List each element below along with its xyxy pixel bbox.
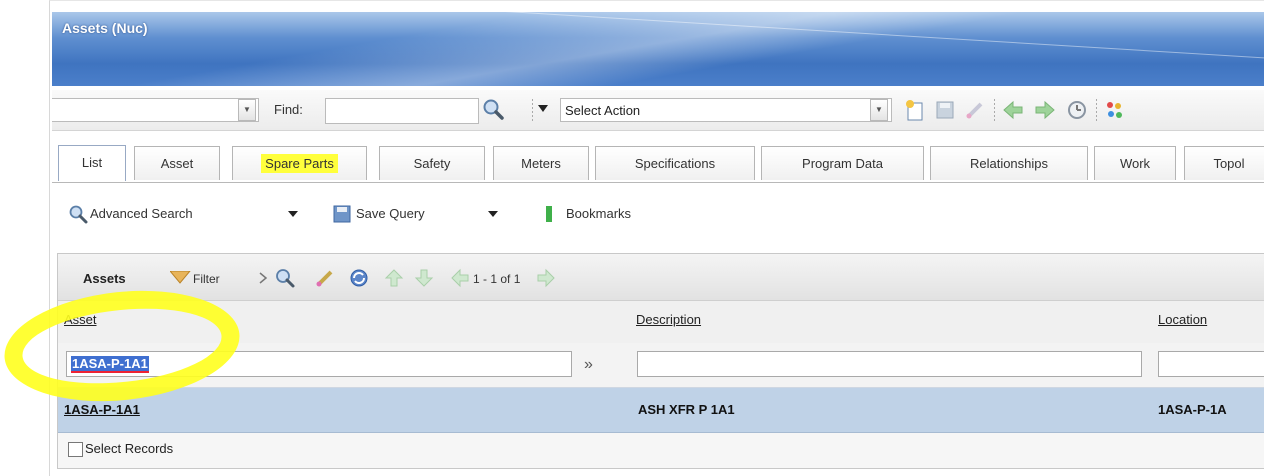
tab-specifications[interactable]: Specifications — [595, 146, 755, 180]
cell-location: 1ASA-P-1A — [1158, 402, 1227, 417]
filter-icon[interactable] — [170, 271, 192, 285]
cell-asset[interactable]: 1ASA-P-1A1 — [64, 402, 140, 417]
tab-meters[interactable]: Meters — [493, 146, 589, 180]
select-records-checkbox[interactable] — [68, 442, 83, 457]
cell-description: ASH XFR P 1A1 — [638, 402, 735, 417]
filter-link[interactable]: Filter — [193, 272, 220, 286]
app-header-banner: Assets (Nuc) — [52, 12, 1264, 86]
new-record-icon[interactable] — [904, 99, 926, 121]
next-record-icon[interactable] — [1034, 99, 1056, 121]
toolbar-separator — [532, 99, 533, 121]
assets-table: Assets Filter 1 - 1 of 1 Asset Descripti… — [57, 253, 1264, 469]
table-row[interactable]: 1ASA-P-1A1 ASH XFR P 1A1 1ASA-P-1A — [58, 388, 1264, 433]
tab-asset[interactable]: Asset — [134, 146, 220, 180]
next-page-icon[interactable] — [536, 268, 556, 288]
save-icon[interactable] — [934, 99, 956, 121]
select-records-label[interactable]: Select Records — [85, 441, 173, 456]
refresh-icon[interactable] — [348, 267, 370, 289]
table-toolbar: Assets Filter 1 - 1 of 1 — [58, 254, 1264, 301]
clear-changes-icon[interactable] — [964, 99, 986, 121]
filter-row: 1ASA-P-1A1 » — [58, 343, 1264, 388]
tab-safety[interactable]: Safety — [379, 146, 485, 180]
previous-page-icon[interactable] — [450, 268, 470, 288]
list-actions-row: Advanced Search Save Query Bookmarks — [52, 196, 1264, 234]
chevron-right-icon[interactable] — [258, 272, 268, 284]
previous-record-icon[interactable] — [1002, 99, 1024, 121]
tab-spare-parts[interactable]: Spare Parts — [232, 146, 367, 180]
action-menu-arrow-icon[interactable] — [538, 105, 548, 113]
find-label: Find: — [274, 102, 303, 117]
description-filter-input[interactable] — [637, 351, 1142, 377]
bookmarks-link[interactable]: Bookmarks — [566, 206, 631, 221]
app-title: Assets (Nuc) — [62, 20, 148, 36]
select-action-label: Select Action — [565, 103, 641, 118]
tab-program-data[interactable]: Program Data — [761, 146, 924, 180]
save-query-dropdown-icon[interactable] — [488, 211, 498, 217]
save-query-icon[interactable] — [332, 204, 352, 224]
workflow-icon[interactable] — [1104, 99, 1126, 121]
column-header-description[interactable]: Description — [636, 312, 701, 327]
tab-bar: List Asset Spare Parts Safety Meters Spe… — [52, 134, 1264, 183]
table-title: Assets — [83, 271, 126, 286]
location-filter-input[interactable] — [1158, 351, 1264, 377]
query-select[interactable] — [52, 98, 259, 122]
advanced-search-icon[interactable] — [68, 204, 88, 224]
double-chevron-right-icon[interactable]: » — [584, 356, 593, 374]
find-input[interactable] — [325, 98, 479, 124]
select-action-dropdown[interactable]: Select Action — [560, 98, 892, 122]
toolbar-separator — [1096, 99, 1097, 121]
search-icon[interactable] — [482, 98, 504, 120]
query-select-dropdown-icon[interactable]: ▼ — [238, 99, 256, 121]
main-toolbar: ▼ Find: Select Action ▼ — [52, 90, 1264, 131]
tab-list[interactable]: List — [58, 145, 126, 181]
tab-topology[interactable]: Topol — [1184, 146, 1264, 180]
record-count: 1 - 1 of 1 — [473, 272, 521, 286]
select-action-dropdown-icon[interactable]: ▼ — [870, 99, 888, 121]
table-footer: Select Records — [58, 433, 1264, 468]
tab-relationships[interactable]: Relationships — [930, 146, 1088, 180]
toolbar-separator — [994, 99, 995, 121]
bookmark-icon[interactable] — [540, 204, 560, 224]
table-search-icon[interactable] — [274, 267, 296, 289]
column-header-location[interactable]: Location — [1158, 312, 1207, 327]
clear-filter-icon[interactable] — [314, 267, 336, 289]
advanced-search-link[interactable]: Advanced Search — [90, 206, 193, 221]
move-down-icon[interactable] — [414, 268, 434, 288]
advanced-search-dropdown-icon[interactable] — [288, 211, 298, 217]
history-clock-icon[interactable] — [1066, 99, 1088, 121]
tab-work[interactable]: Work — [1094, 146, 1176, 180]
move-up-icon[interactable] — [384, 268, 404, 288]
save-query-link[interactable]: Save Query — [356, 206, 425, 221]
